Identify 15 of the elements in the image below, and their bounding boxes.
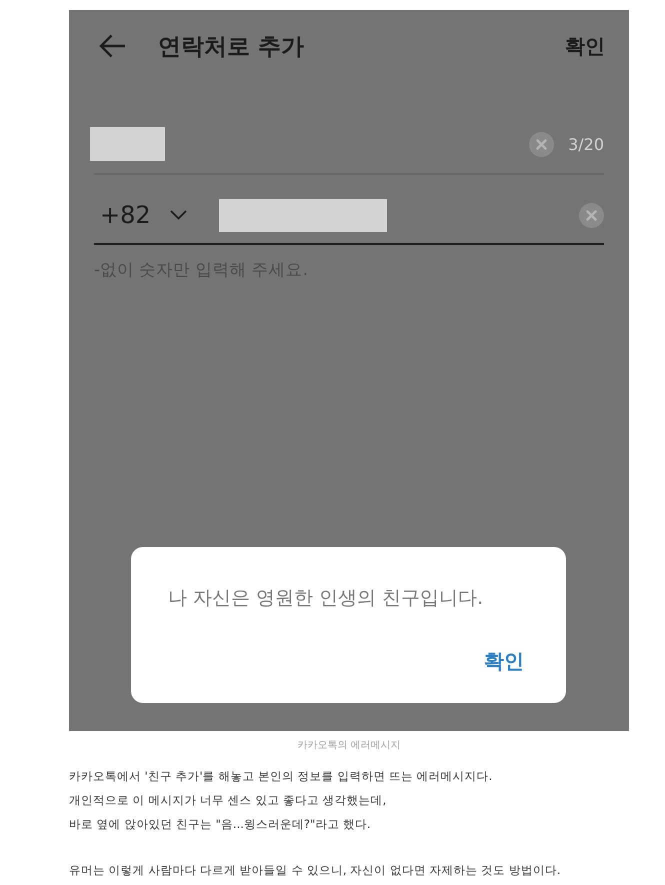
chevron-down-icon xyxy=(170,210,187,220)
country-code-dropdown[interactable]: +82 xyxy=(100,201,187,229)
character-counter: 3/20 xyxy=(568,134,604,154)
screen-title: 연락처로 추가 xyxy=(158,32,304,62)
dialog-message: 나 자신은 영원한 인생의 친구입니다. xyxy=(168,586,484,611)
clear-icon[interactable] xyxy=(579,202,604,228)
back-arrow-icon[interactable] xyxy=(99,34,126,58)
image-caption: 카카오톡의 에러메시지 xyxy=(296,739,402,753)
confirm-button[interactable]: 확인 xyxy=(565,32,605,60)
body-paragraph: 카카오톡에서 '친구 추가'를 해놓고 본인의 정보를 입력하면 뜨는 에러메시지다. 개인적으로 이 메시지가 너무 센스 있고 좋다고 생각했는데, 바로 옆에 앉아있던 친구는 "음...윙스러운데?"라고 했다. xyxy=(69,768,492,833)
dialog-confirm-button[interactable]: 확인 xyxy=(484,647,524,675)
body-paragraph: 유머는 이렇게 사람마다 다르게 받아들일 수 있으니, 자신이 없다면 자제하는 것도 방법이다. xyxy=(69,862,561,879)
clear-icon[interactable] xyxy=(529,132,554,156)
phone-field[interactable]: +82 xyxy=(94,187,604,245)
name-field[interactable]: 3/20 xyxy=(94,123,604,175)
